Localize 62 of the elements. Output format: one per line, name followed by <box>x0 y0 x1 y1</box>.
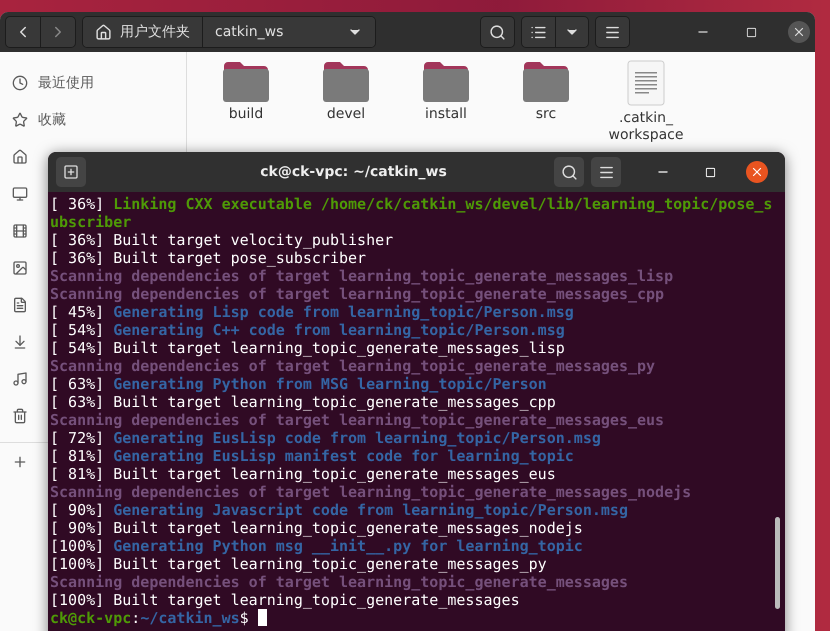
music-icon[interactable] <box>12 370 28 386</box>
sidebar-item[interactable]: 最近使用 <box>0 64 186 101</box>
terminal-line: [ 36%] Built target velocity_publisher <box>50 231 394 249</box>
monitor-icon[interactable] <box>12 186 28 202</box>
sidebar-item[interactable]: 收藏 <box>0 101 186 138</box>
new-tab-button[interactable] <box>56 157 86 187</box>
home-icon[interactable] <box>12 148 28 164</box>
text-file-icon <box>627 60 665 106</box>
terminal-line: Scanning dependencies of target learning_topic_generate_messages_eus <box>50 411 666 429</box>
download-icon[interactable] <box>12 334 28 350</box>
image-icon[interactable] <box>12 260 28 276</box>
terminal-line: Scanning dependencies of target learning_topic_generate_messages_cpp <box>50 285 666 303</box>
close-button[interactable] <box>788 21 810 43</box>
star-icon <box>12 112 28 128</box>
scrollbar[interactable] <box>775 517 780 609</box>
search-icon <box>560 164 578 180</box>
terminal-line: [ 36%] Linking CXX executable /home/ck/catkin_ws/devel/lib/learning_topic/pose_subscriber <box>50 195 772 231</box>
terminal-line: [ 54%] Generating C++ code from learning_topic/Person.msg <box>50 321 566 339</box>
document-icon[interactable] <box>12 296 28 312</box>
home-icon <box>95 24 112 40</box>
film-icon[interactable] <box>12 222 28 238</box>
file-name[interactable]: install <box>401 106 491 123</box>
file-name[interactable]: src <box>501 106 591 123</box>
clock-icon <box>12 74 28 90</box>
file-name[interactable]: devel <box>301 106 391 123</box>
terminal-line: [100%] Built target learning_topic_generate_messages <box>50 591 521 609</box>
terminal-line: [ 63%] Built target learning_topic_generate_messages_cpp <box>50 393 557 411</box>
folder-icon <box>322 60 370 102</box>
file-name[interactable]: .catkin_ workspace <box>601 110 691 144</box>
terminal-line: [ 81%] Built target learning_topic_generate_messages_eus <box>50 465 557 483</box>
terminal-line: [100%] Built target learning_topic_generate_messages_py <box>50 555 548 573</box>
folder-icon <box>222 60 270 102</box>
terminal-line: [ 36%] Built target pose_subscriber <box>50 249 368 267</box>
new-tab-icon <box>63 164 79 180</box>
terminal-line: [100%] Generating Python msg __init__.py for learning_topic <box>50 537 584 555</box>
terminal-line: [ 45%] Generating Lisp code from learning_topic/Person.msg <box>50 303 575 321</box>
terminal-line: Scanning dependencies of target learning_topic_generate_messages_nodejs <box>50 483 692 501</box>
close-icon <box>750 165 764 179</box>
path-crumb[interactable]: 用户文件夹 <box>83 17 203 47</box>
terminal-title: ck@ck-vpc: ~/catkin_ws <box>259 164 448 180</box>
terminal-line: Scanning dependencies of target learning_topic_generate_messages_lisp <box>50 267 674 285</box>
plus-icon[interactable] <box>12 454 28 470</box>
maximize-icon <box>704 166 716 178</box>
terminal-line: Scanning dependencies of target learning_topic_generate_messages_py <box>50 357 656 375</box>
file-name[interactable]: build <box>201 106 291 123</box>
terminal-line: Scanning dependencies of target learning_topic_generate_messages <box>50 573 629 591</box>
close-button[interactable] <box>746 161 768 183</box>
folder-icon <box>522 60 570 102</box>
close-icon <box>792 25 806 39</box>
menu-button[interactable] <box>591 157 621 187</box>
shell-prompt: ck@ck-vpc:~/catkin_ws$ <box>50 609 772 627</box>
trash-icon[interactable] <box>12 408 28 424</box>
terminal-line: [ 90%] Built target learning_topic_generate_messages_nodejs <box>50 519 584 537</box>
terminal-line: [ 81%] Generating EusLisp manifest code for learning_topic <box>50 447 575 465</box>
folder-icon <box>422 60 470 102</box>
terminal-line: [ 63%] Generating Python from MSG learning_topic/Person <box>50 375 548 393</box>
search-icon <box>489 24 506 40</box>
search-button[interactable] <box>554 157 584 187</box>
maximize-icon <box>746 26 756 38</box>
terminal-line: [ 72%] Generating EusLisp code from learning_topic/Person.msg <box>50 429 602 447</box>
terminal-line: [ 90%] Generating Javascript code from learning_topic/Person.msg <box>50 501 629 519</box>
terminal-line: [ 54%] Built target learning_topic_generate_messages_lisp <box>50 339 566 357</box>
